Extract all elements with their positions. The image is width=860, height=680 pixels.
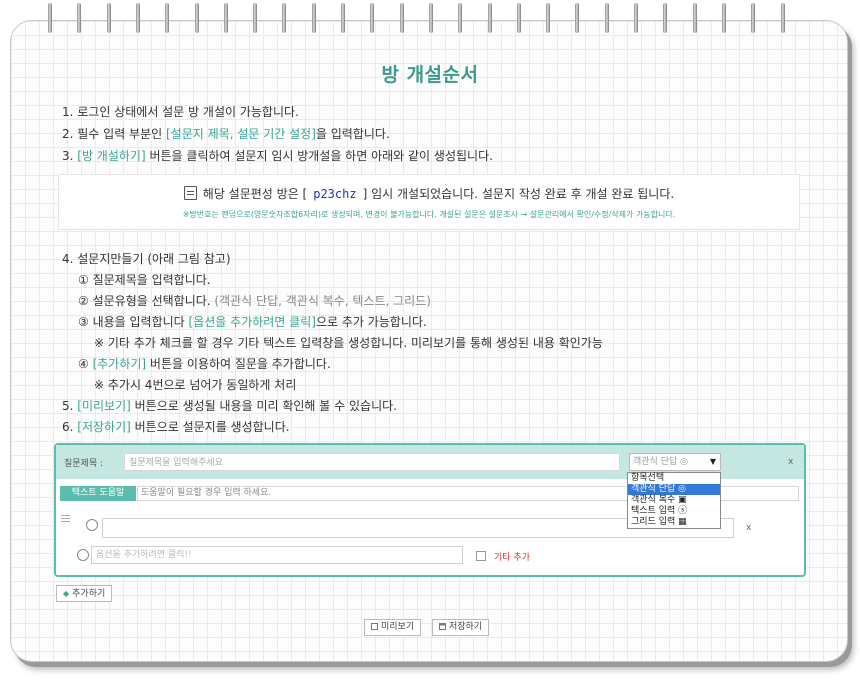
spiral-ring [194, 3, 199, 33]
step-6-number: 6. [62, 420, 78, 434]
dropdown-option[interactable]: 객관식 단답 ◎ [628, 484, 720, 495]
option-radio [86, 519, 98, 531]
question-type-value: 객관식 단답 ◎ [633, 457, 688, 467]
step-4-2-text: ② 설문유형을 선택합니다. [78, 294, 215, 308]
question-type-select[interactable]: 객관식 단답 ◎ ▼ [629, 453, 721, 471]
step-2: 2. 필수 입력 부분인 [설문지 제목, 설문 기간 설정]을 입력합니다. [62, 125, 390, 142]
step-4-3-text: ③ 내용을 입력합니다 [78, 315, 189, 329]
preview-label: 미리보기 [381, 622, 415, 632]
spiral-ring [780, 3, 785, 33]
remove-option-button[interactable]: x [746, 523, 751, 533]
add-option-radio [77, 549, 89, 561]
page-title: 방 개설순서 [381, 64, 479, 86]
save-button[interactable]: 저장하기 [432, 619, 490, 636]
step-4: 4. 설문지만들기 (아래 그림 참고) [62, 252, 231, 266]
document-icon [183, 186, 197, 200]
room-info-text-end: ] 임시 개설되었습니다. 설문지 작성 완료 후 개설 완료 됩니다. [362, 187, 675, 201]
add-question-label: 추가하기 [72, 589, 106, 599]
save-label: 저장하기 [449, 622, 483, 632]
spiral-ring [106, 3, 111, 33]
spiral-ring [399, 3, 404, 33]
spiral-ring [428, 3, 433, 33]
caret-down-icon: ▼ [709, 457, 716, 466]
spiral-ring [135, 3, 140, 33]
spiral-ring [604, 3, 609, 33]
add-option-input[interactable]: 옵션을 추가하려면 클릭!! [91, 546, 463, 564]
step-4-4: ④ [추가하기] 버튼을 이용하여 질문을 추가합니다. [78, 355, 331, 372]
room-code: p23chz [313, 187, 357, 201]
spiral-ring [663, 3, 668, 33]
step-2-text: 2. 필수 입력 부분인 [62, 127, 166, 141]
step-6-highlight: [저장하기] [77, 420, 131, 434]
step-4-4-text: 버튼을 이용하여 질문을 추가합니다. [146, 357, 331, 371]
dropdown-option[interactable]: 객관식 복수 ▣ [628, 495, 720, 506]
step-3-highlight: [방 개설하기] [77, 149, 146, 163]
spiral-ring [165, 3, 170, 33]
room-info-message: 해당 설문편성 방은 [ p23chz ] 임시 개설되었습니다. 설문지 작성 완… [59, 185, 799, 202]
step-4-4-note: ※ 추가시 4번으로 넘어가 동일하게 처리 [94, 378, 297, 392]
question-title-label: 질문제목 : [64, 459, 104, 469]
step-3: 3. [방 개설하기] 버튼을 클릭하여 설문지 임시 방개설을 하면 아래와 … [62, 147, 493, 164]
room-info-text: 해당 설문편성 방은 [ [202, 187, 308, 201]
spiral-ring [253, 3, 258, 33]
plus-icon: ◆ [63, 589, 70, 598]
etc-add-checkbox[interactable] [476, 551, 486, 561]
step-6-text: 버튼으로 설문지를 생성합니다. [130, 420, 290, 434]
spiral-ring [546, 3, 551, 33]
step-5-number: 5. [62, 399, 78, 413]
step-3-text: 버튼을 클릭하여 설문지 임시 방개설을 하면 아래와 같이 생성됩니다. [145, 149, 493, 163]
step-4-2-types: (객관식 단답, 객관식 복수, 텍스트, 그리드) [214, 294, 431, 308]
spiral-ring [487, 3, 492, 33]
spiral-ring [575, 3, 580, 33]
step-6: 6. [저장하기] 버튼으로 설문지를 생성합니다. [62, 418, 290, 435]
step-4-1: ① 질문제목을 입력합니다. [78, 273, 211, 287]
step-4-3-note: ※ 기타 추가 체크를 할 경우 기타 텍스트 입력창을 생성합니다. 미리보기… [94, 336, 603, 350]
add-question-button[interactable]: ◆ 추가하기 [56, 585, 113, 602]
etc-add-label: 기타 추가 [494, 553, 530, 563]
spiral-ring [458, 3, 463, 33]
spiral-ring [341, 3, 345, 33]
dropdown-option[interactable]: 항목선택 [628, 473, 720, 484]
room-info-note: ※방번호는 랜덤으로(영문숫자조합6자리)로 생성되며, 변경이 불가능합니다.… [182, 210, 676, 219]
spiral-ring [48, 3, 52, 33]
step-1: 1. 로그인 상태에서 설문 방 개설이 가능합니다. [62, 105, 299, 119]
preview-button[interactable]: 미리보기 [364, 619, 422, 636]
room-info-box: 해당 설문편성 방은 [ p23chz ] 임시 개설되었습니다. 설문지 작성 완… [58, 174, 800, 230]
step-4-4-highlight: [추가하기] [92, 357, 147, 371]
step-4-3-highlight: [옵션을 추가하려면 클릭] [188, 315, 316, 329]
spiral-ring [751, 3, 756, 33]
spiral-ring [634, 3, 638, 33]
question-type-dropdown[interactable]: 항목선택 객관식 단답 ◎ 객관식 복수 ▣ 텍스트 입력 ⓢ 그리드 입력 ▦ [627, 472, 721, 529]
step-2-text-end: 을 입력합니다. [315, 127, 390, 141]
spiral-ring [721, 3, 726, 33]
drag-handle-icon[interactable] [61, 515, 70, 522]
step-5-text: 버튼으로 생성될 내용을 미리 확인해 볼 수 있습니다. [130, 399, 397, 413]
spiral-ring [77, 3, 82, 33]
question-title-input[interactable]: 질문제목을 입력해주세요 [124, 453, 620, 471]
help-text-badge: 텍스트 도움말 [60, 486, 136, 501]
step-4-2: ② 설문유형을 선택합니다. (객관식 단답, 객관식 복수, 텍스트, 그리드… [78, 292, 431, 309]
preview-icon [371, 623, 378, 630]
spiral-ring [282, 3, 287, 33]
step-2-highlight: [설문지 제목, 설문 기간 설정] [166, 127, 316, 141]
spiral-ring [223, 3, 228, 33]
save-icon [439, 623, 446, 630]
step-5-highlight: [미리보기] [77, 399, 131, 413]
step-3-number: 3. [62, 149, 78, 163]
step-4-3-text-end: 으로 추가 가능합니다. [315, 315, 427, 329]
step-4-4-number: ④ [78, 357, 93, 371]
step-4-3: ③ 내용을 입력합니다 [옵션을 추가하려면 클릭]으로 추가 가능합니다. [78, 313, 427, 330]
remove-question-button[interactable]: x [788, 457, 793, 467]
spiral-ring [370, 3, 375, 33]
dropdown-option[interactable]: 그리드 입력 ▦ [628, 517, 720, 528]
step-5: 5. [미리보기] 버튼으로 생성될 내용을 미리 확인해 볼 수 있습니다. [62, 397, 397, 414]
spiral-ring [692, 3, 697, 33]
spiral-ring [311, 3, 316, 33]
spiral-ring [516, 3, 521, 33]
dropdown-option[interactable]: 텍스트 입력 ⓢ [628, 506, 720, 517]
